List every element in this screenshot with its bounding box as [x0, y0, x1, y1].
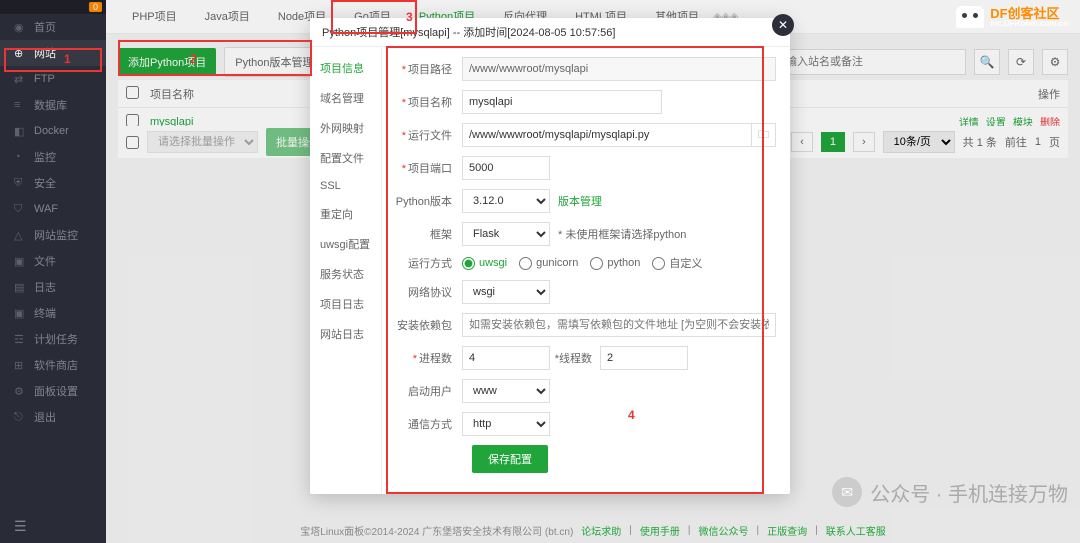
footer-link-verify[interactable]: 正版查询 — [767, 523, 807, 538]
input-path[interactable] — [462, 57, 776, 81]
project-modal: ✕ Python项目管理[mysqlapi] -- 添加时间[2024-08-0… — [310, 18, 790, 494]
label-proto: 网络协议 — [408, 287, 452, 299]
side-redirect[interactable]: 重定向 — [310, 199, 381, 229]
label-comm: 通信方式 — [408, 419, 452, 431]
radio-python[interactable]: python — [590, 257, 640, 270]
robot-icon — [956, 6, 984, 28]
pyver-manage-link[interactable]: 版本管理 — [558, 193, 602, 209]
footer-link-wechat[interactable]: 微信公众号 — [699, 523, 749, 538]
save-config-button[interactable]: 保存配置 — [472, 445, 548, 473]
side-ssl[interactable]: SSL — [310, 173, 381, 199]
close-icon: ✕ — [778, 18, 788, 32]
modal-side-nav: 项目信息 域名管理 外网映射 配置文件 SSL 重定向 uwsgi配置 服务状态… — [310, 47, 382, 494]
side-domain[interactable]: 域名管理 — [310, 83, 381, 113]
df-sub: mc.DFRobot.com.cn — [990, 20, 1068, 28]
select-framework[interactable]: Flask — [462, 222, 550, 246]
label-thread: 线程数 — [559, 353, 592, 365]
radio-uwsgi[interactable]: uwsgi — [462, 257, 507, 270]
input-proc[interactable] — [462, 346, 550, 370]
input-port[interactable] — [462, 156, 550, 180]
runmode-radios: uwsgi gunicorn python 自定义 — [462, 255, 702, 271]
select-user[interactable]: www — [462, 379, 550, 403]
side-config[interactable]: 配置文件 — [310, 143, 381, 173]
side-projlog[interactable]: 项目日志 — [310, 289, 381, 319]
red-num-4: 4 — [628, 408, 635, 422]
side-status[interactable]: 服务状态 — [310, 259, 381, 289]
label-runmode: 运行方式 — [408, 258, 452, 270]
wechat-watermark: ✉ 公众号 · 手机连接万物 — [832, 477, 1068, 507]
label-name: 项目名称 — [408, 97, 452, 109]
radio-gunicorn[interactable]: gunicorn — [519, 257, 578, 270]
fw-hint: * 未使用框架请选择python — [558, 226, 686, 242]
wechat-text: 公众号 · 手机连接万物 — [870, 478, 1068, 507]
footer-link-manual[interactable]: 使用手册 — [640, 523, 680, 538]
footer-link-forum[interactable]: 论坛求助 — [581, 523, 621, 538]
folder-icon: 🗀 — [758, 126, 769, 145]
side-sitelog[interactable]: 网站日志 — [310, 319, 381, 349]
modal-close-button[interactable]: ✕ — [772, 14, 794, 36]
footer: 宝塔Linux面板©2014-2024 广东堡塔安全技术有限公司 (bt.cn)… — [106, 517, 1080, 543]
footer-copyright: 宝塔Linux面板©2014-2024 广东堡塔安全技术有限公司 (bt.cn) — [300, 523, 573, 538]
label-path: 项目路径 — [408, 64, 452, 76]
select-comm[interactable]: http — [462, 412, 550, 436]
red-num-2: 2 — [190, 52, 197, 66]
red-num-1: 1 — [64, 52, 71, 66]
df-logo: DF创客社区 mc.DFRobot.com.cn — [956, 6, 1068, 28]
df-title: DF创客社区 — [990, 7, 1068, 20]
radio-custom[interactable]: 自定义 — [652, 255, 702, 271]
red-num-3: 3 — [406, 10, 413, 24]
modal-form: *项目路径 *项目名称 *运行文件 🗀 *项目端口 Python版本 3.12.… — [382, 47, 790, 494]
select-pyver[interactable]: 3.12.0 — [462, 189, 550, 213]
input-runfile[interactable] — [462, 123, 752, 147]
label-pyver: Python版本 — [396, 196, 452, 208]
select-proto[interactable]: wsgi — [462, 280, 550, 304]
label-runfile: 运行文件 — [408, 130, 452, 142]
label-port: 项目端口 — [408, 163, 452, 175]
label-proc: 进程数 — [419, 353, 452, 365]
label-fw: 框架 — [430, 229, 452, 241]
label-deps: 安装依赖包 — [397, 320, 452, 332]
label-user: 启动用户 — [408, 386, 452, 398]
footer-link-support[interactable]: 联系人工客服 — [826, 523, 886, 538]
browse-button[interactable]: 🗀 — [752, 123, 776, 147]
input-deps[interactable] — [462, 313, 776, 337]
modal-title: Python项目管理[mysqlapi] -- 添加时间[2024-08-05 … — [310, 18, 790, 47]
side-extnet[interactable]: 外网映射 — [310, 113, 381, 143]
side-uwsgi[interactable]: uwsgi配置 — [310, 229, 381, 259]
wechat-icon: ✉ — [832, 477, 862, 507]
side-project-info[interactable]: 项目信息 — [310, 53, 381, 83]
input-name[interactable] — [462, 90, 662, 114]
input-thread[interactable] — [600, 346, 688, 370]
